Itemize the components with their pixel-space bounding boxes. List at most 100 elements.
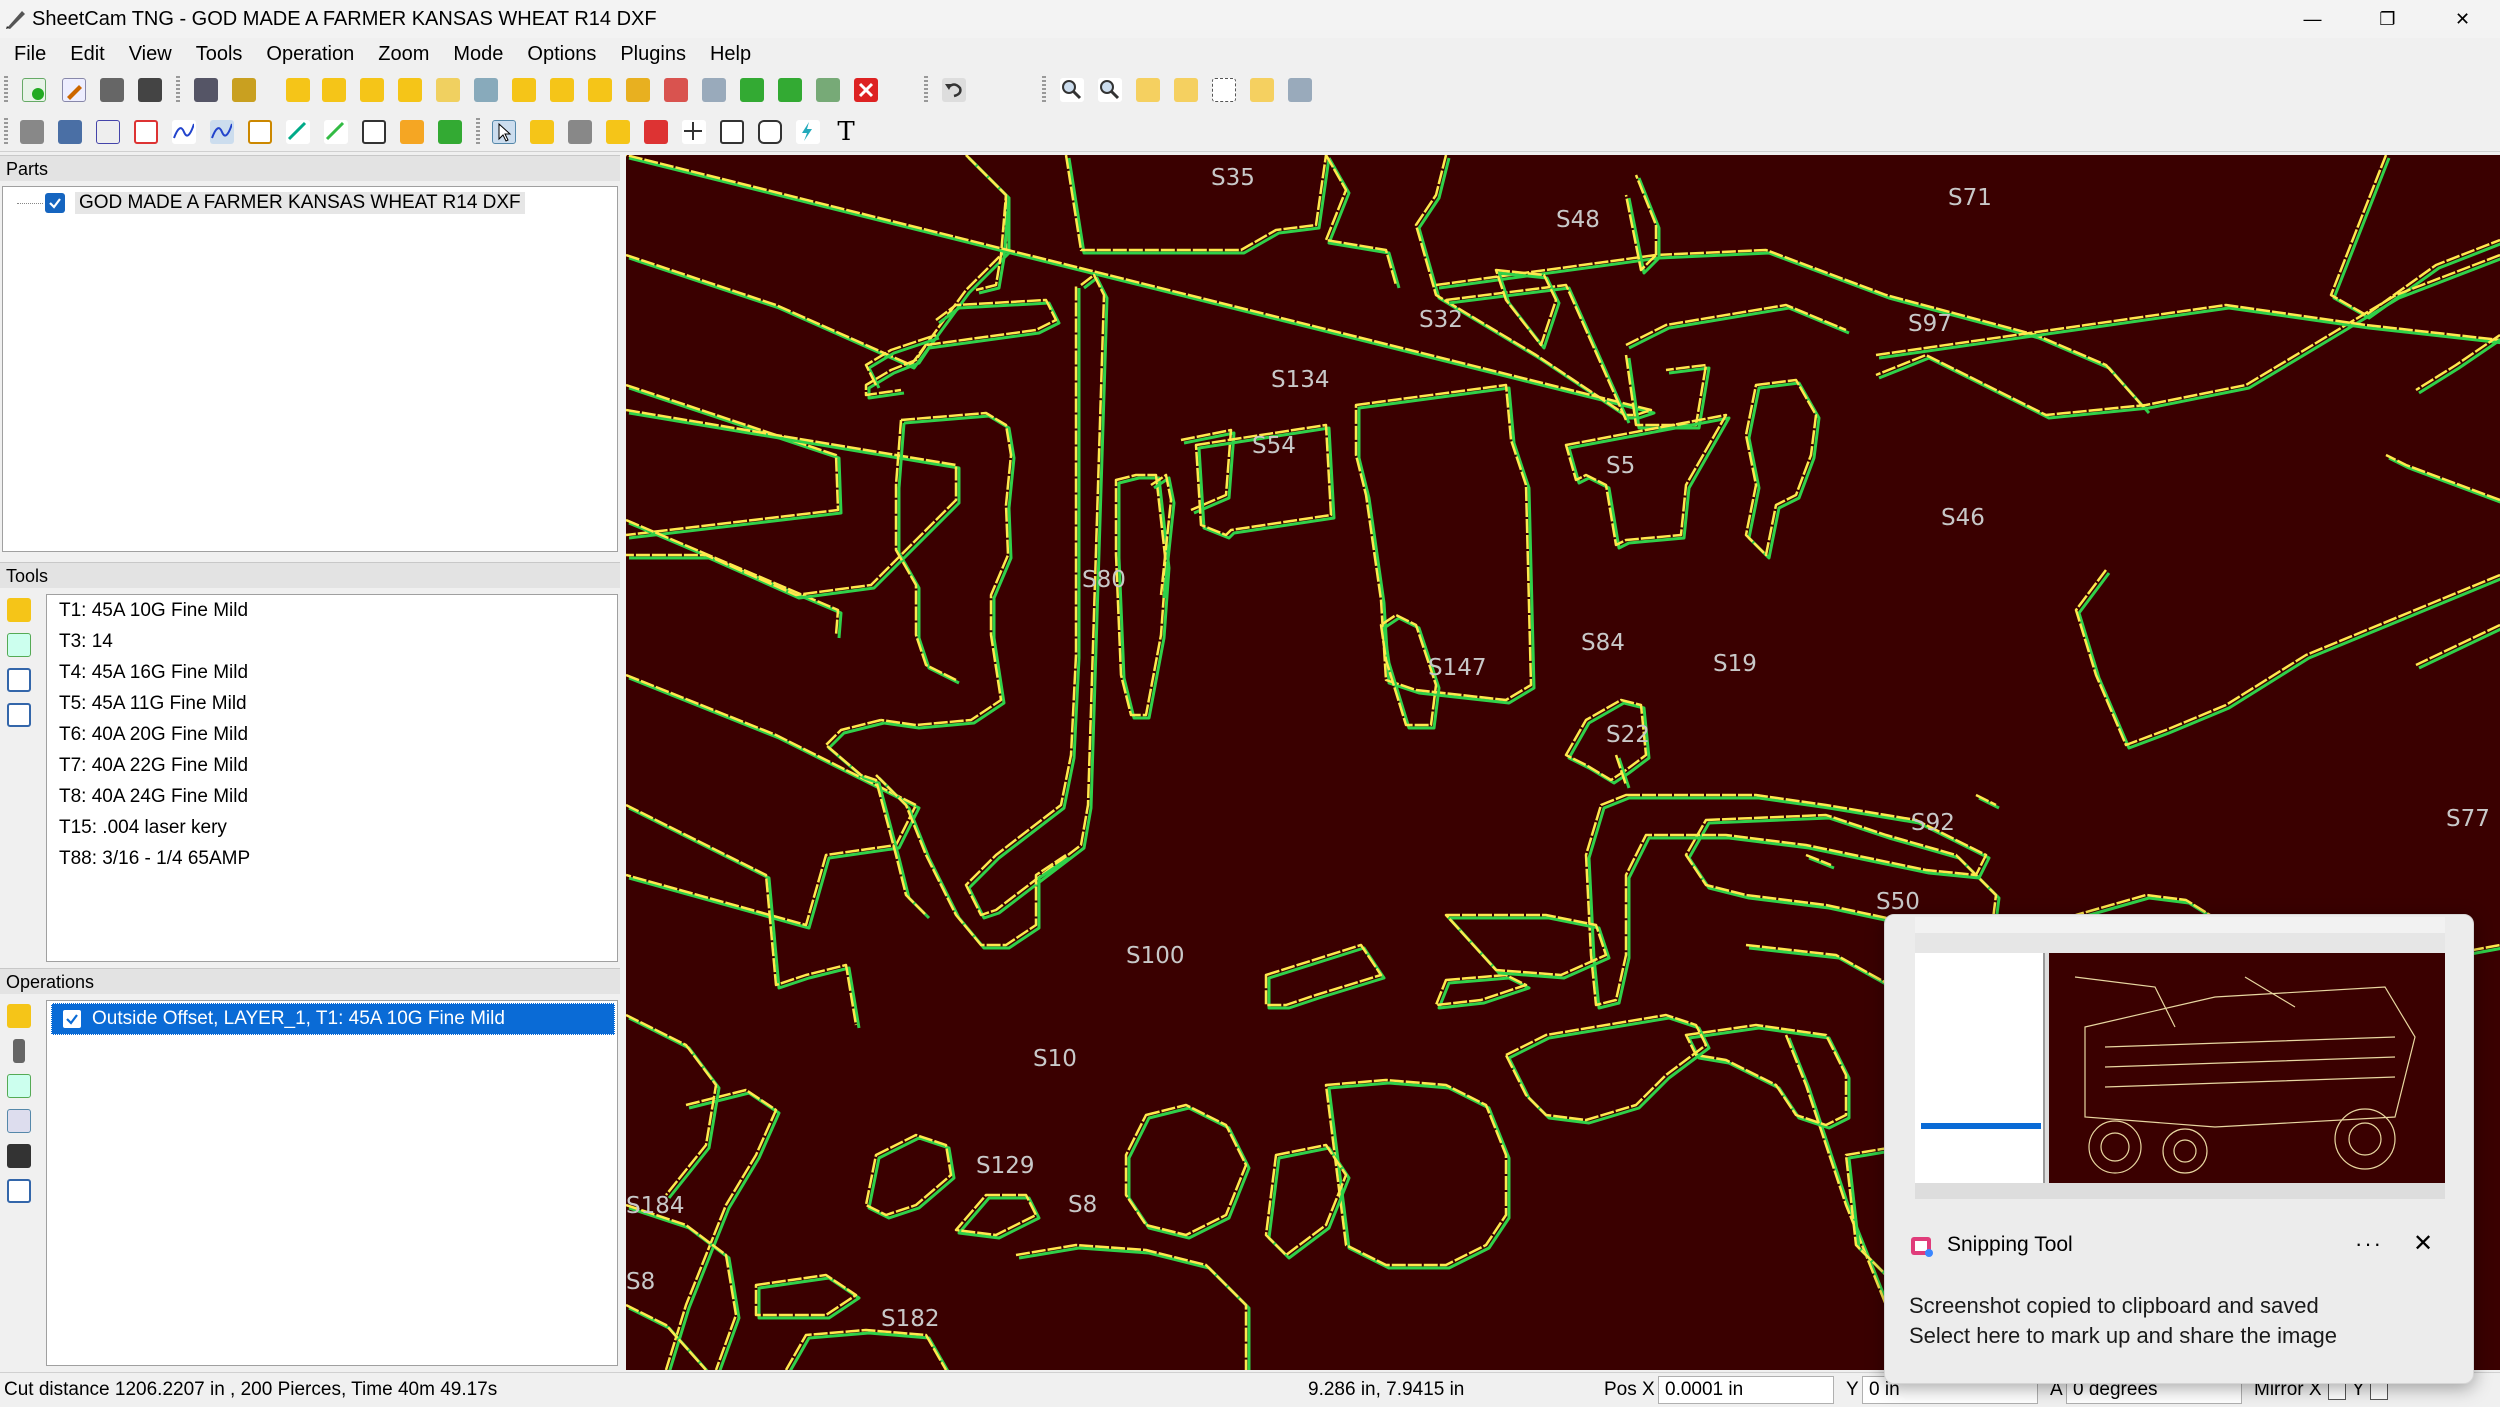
offset-button[interactable] — [130, 117, 162, 147]
zoom-out-button[interactable] — [1094, 75, 1126, 105]
plasma-button[interactable] — [792, 117, 824, 147]
toolbar-grip[interactable] — [1042, 76, 1046, 104]
part-outline[interactable] — [2074, 569, 2500, 747]
part-outline[interactable] — [1015, 1243, 1248, 1370]
tool-gcode-button[interactable] — [4, 630, 34, 660]
operation-table-button[interactable] — [4, 1106, 34, 1136]
nest-tool-12[interactable] — [698, 75, 730, 105]
undo-button[interactable] — [938, 75, 970, 105]
print-button[interactable] — [96, 75, 128, 105]
screenshot-thumbnail[interactable] — [1915, 917, 2445, 1199]
tool-list-button[interactable] — [4, 700, 34, 730]
restore-button[interactable]: ❐ — [2350, 0, 2425, 38]
new-tool-button[interactable] — [4, 595, 34, 625]
text-tool-button[interactable]: T — [830, 117, 862, 147]
measure-button[interactable] — [358, 117, 390, 147]
toolbar-grip[interactable] — [176, 76, 180, 104]
nest-tool-10[interactable] — [622, 75, 654, 105]
part-outline[interactable] — [1324, 155, 1398, 286]
select-mode-button[interactable] — [488, 117, 520, 147]
nest-tool-7[interactable] — [508, 75, 540, 105]
pocket-button[interactable] — [244, 117, 276, 147]
toolbar-grip[interactable] — [4, 118, 8, 146]
sheet-button[interactable] — [92, 117, 124, 147]
nest-tool-13[interactable] — [736, 75, 768, 105]
part-outline[interactable] — [626, 803, 858, 1026]
tabs-mode-button[interactable] — [602, 117, 634, 147]
pan-button[interactable] — [678, 117, 710, 147]
toolbar-grip[interactable] — [4, 76, 8, 104]
toolbar-grip[interactable] — [476, 118, 480, 146]
menu-zoom[interactable]: Zoom — [366, 38, 441, 70]
tool-item[interactable]: T7: 40A 22G Fine Mild — [47, 750, 617, 781]
tool-item[interactable]: T3: 14 — [47, 626, 617, 657]
zoom-extents-button[interactable] — [1132, 75, 1164, 105]
part-outline[interactable] — [626, 383, 840, 537]
tool-table-side-button[interactable] — [4, 665, 34, 695]
part-outline[interactable] — [1975, 793, 1997, 807]
contour-button[interactable] — [168, 117, 200, 147]
part-outline[interactable] — [954, 1193, 1038, 1237]
drill-button[interactable] — [282, 117, 314, 147]
toolbar-grip[interactable] — [924, 76, 928, 104]
new-job-button[interactable] — [18, 75, 50, 105]
drawing-options-button[interactable] — [16, 117, 48, 147]
part-outline[interactable] — [964, 273, 1106, 917]
delete-part-button[interactable] — [850, 75, 882, 105]
part-outline[interactable] — [1354, 383, 1533, 702]
notification-more-button[interactable]: ··· — [2355, 1231, 2383, 1257]
part-outline[interactable] — [1684, 1023, 1848, 1127]
part-outline[interactable] — [626, 155, 1008, 367]
drill-operation-button[interactable] — [4, 1036, 34, 1066]
operation-item[interactable]: Outside Offset, LAYER_1, T1: 45A 10G Fin… — [51, 1003, 615, 1035]
zoom-sheet-button[interactable] — [1246, 75, 1278, 105]
part-outline[interactable] — [1494, 268, 1558, 347]
tool-item[interactable]: T5: 45A 11G Fine Mild — [47, 688, 617, 719]
menu-view[interactable]: View — [117, 38, 184, 70]
zoom-in-button[interactable] — [1056, 75, 1088, 105]
part-outline[interactable] — [2415, 333, 2500, 392]
notification-close-button[interactable]: ✕ — [2413, 1229, 2433, 1258]
nest-tool-5[interactable] — [432, 75, 464, 105]
start-point-button[interactable] — [396, 117, 428, 147]
calculator-button[interactable] — [190, 75, 222, 105]
nest-tool-4[interactable] — [394, 75, 426, 105]
nest-tool-2[interactable] — [318, 75, 350, 105]
menu-options[interactable]: Options — [515, 38, 608, 70]
part-outline[interactable] — [2415, 623, 2500, 667]
new-operation-button[interactable] — [4, 1001, 34, 1031]
pos-x-input[interactable]: 0.0001 in — [1658, 1376, 1834, 1404]
nest-tool-9[interactable] — [584, 75, 616, 105]
part-outline[interactable] — [626, 1303, 707, 1370]
menu-help[interactable]: Help — [698, 38, 763, 70]
tool-item[interactable]: T6: 40A 20G Fine Mild — [47, 719, 617, 750]
operation-enabled-checkbox[interactable] — [62, 1009, 82, 1029]
nest-tool-6[interactable] — [470, 75, 502, 105]
zoom-window-button[interactable] — [1208, 75, 1240, 105]
tool-item[interactable]: T1: 45A 10G Fine Mild — [47, 595, 617, 626]
nest-tool-1[interactable] — [282, 75, 314, 105]
part-outline[interactable] — [1064, 155, 1328, 252]
mirror-x-checkbox[interactable] — [2328, 1382, 2346, 1400]
part-item[interactable]: GOD MADE A FARMER KANSAS WHEAT R14 DXF — [3, 187, 617, 219]
menu-operation[interactable]: Operation — [254, 38, 366, 70]
gcode-operation-button[interactable] — [4, 1071, 34, 1101]
part-outline[interactable] — [2385, 453, 2500, 502]
snipping-tool-notification[interactable]: Snipping Tool ··· ✕ Screenshot copied to… — [1884, 914, 2474, 1384]
tool-item[interactable]: T8: 40A 24G Fine Mild — [47, 781, 617, 812]
operation-sort-button[interactable] — [4, 1141, 34, 1171]
part-outline[interactable] — [1504, 1013, 1708, 1122]
open-job-button[interactable] — [58, 75, 90, 105]
tool-table-button[interactable] — [228, 75, 260, 105]
nest-tool-3[interactable] — [356, 75, 388, 105]
fit-sheet-button[interactable] — [754, 117, 786, 147]
menu-tools[interactable]: Tools — [184, 38, 255, 70]
part-outline[interactable] — [626, 518, 840, 636]
operation-grid-button[interactable] — [4, 1176, 34, 1206]
zoom-3d-button[interactable] — [1284, 75, 1316, 105]
tool-item[interactable]: T4: 45A 16G Fine Mild — [47, 657, 617, 688]
part-visible-checkbox[interactable] — [45, 193, 65, 213]
menu-edit[interactable]: Edit — [58, 38, 116, 70]
part-outline[interactable] — [1324, 1078, 1508, 1267]
part-outline[interactable] — [1805, 853, 1832, 867]
